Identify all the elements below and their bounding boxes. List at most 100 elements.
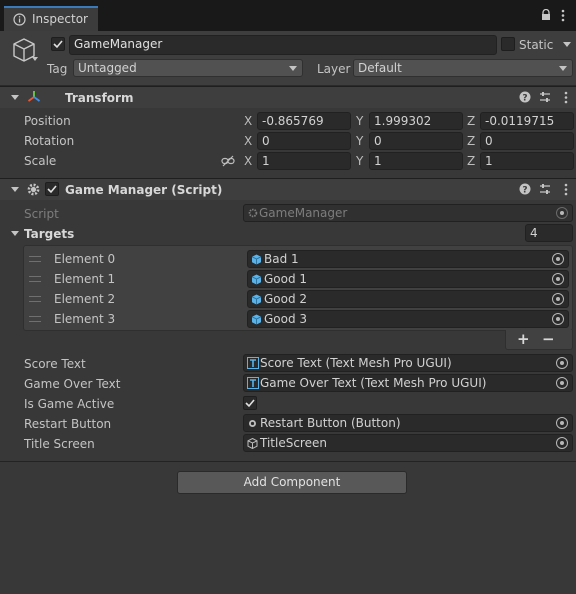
icon-dropdown-arrow[interactable] (32, 57, 38, 61)
add-element-button[interactable]: + (517, 331, 530, 347)
help-icon[interactable]: ? (519, 183, 531, 195)
add-component-button[interactable]: Add Component (177, 471, 407, 494)
scale-x-field[interactable]: 1 (257, 152, 351, 170)
element-label: Element 2 (54, 292, 116, 306)
tag-dropdown[interactable]: Untagged (73, 59, 303, 77)
element-object-field[interactable]: Bad 1 (247, 250, 569, 268)
is-game-active-checkbox[interactable] (243, 396, 257, 410)
list-item: Element 3 Good 3 (24, 309, 572, 329)
object-name-input[interactable]: GameManager (69, 35, 497, 55)
list-item: Element 0 Bad 1 (24, 249, 572, 269)
rotation-x-field[interactable]: 0 (257, 132, 351, 150)
targets-size-field[interactable]: 4 (525, 224, 573, 242)
layer-dropdown[interactable]: Default (353, 59, 573, 77)
position-y-field[interactable]: 1.999302 (369, 112, 463, 130)
axis-x-label[interactable]: X (244, 113, 252, 129)
chevron-down-icon (559, 66, 567, 71)
rotation-z-field[interactable]: 0 (480, 132, 574, 150)
drag-handle-icon[interactable] (29, 296, 41, 302)
axis-z-label[interactable]: Z (467, 133, 475, 149)
svg-text:?: ? (522, 185, 527, 195)
object-picker-icon[interactable] (552, 253, 564, 265)
foldout-arrow-icon[interactable] (11, 231, 19, 236)
lock-icon[interactable] (541, 9, 551, 21)
game-over-text-field[interactable]: Game Over Text (Text Mesh Pro UGUI) (243, 374, 573, 392)
prefab-cube-icon (251, 314, 262, 325)
restart-button-label: Restart Button (24, 417, 112, 431)
title-screen-field[interactable]: TitleScreen (243, 434, 573, 452)
list-footer: + − (505, 330, 573, 350)
list-item: Element 1 Good 1 (24, 269, 572, 289)
component-enabled-toggle[interactable] (45, 182, 59, 196)
object-picker-icon[interactable] (556, 437, 568, 449)
preset-sliders-icon[interactable] (539, 91, 551, 103)
transform-icon (27, 90, 41, 104)
axis-z-label[interactable]: Z (467, 153, 475, 169)
transform-header[interactable]: Transform ? (0, 86, 576, 108)
tag-label: Tag (47, 62, 68, 76)
scale-row: Scale X 1 Y 1 Z 1 (0, 151, 576, 171)
layer-label: Layer (317, 62, 351, 76)
constrain-proportions-icon[interactable] (221, 155, 235, 167)
prefab-cube-icon (251, 254, 262, 265)
position-z-field[interactable]: -0.0119715 (480, 112, 574, 130)
object-picker-icon[interactable] (552, 313, 564, 325)
script-value: GameManager (259, 206, 348, 220)
axis-x-label[interactable]: X (244, 133, 252, 149)
rotation-y-field[interactable]: 0 (369, 132, 463, 150)
static-dropdown-arrow[interactable] (563, 42, 571, 47)
object-picker-icon[interactable] (556, 377, 568, 389)
game-over-text-label: Game Over Text (24, 377, 121, 391)
element-value: Good 3 (264, 312, 308, 326)
rotation-row: Rotation X 0 Y 0 Z 0 (0, 131, 576, 151)
position-label: Position (24, 114, 71, 128)
axis-y-label[interactable]: Y (356, 153, 363, 169)
element-label: Element 3 (54, 312, 116, 326)
tag-value: Untagged (78, 61, 137, 75)
script-gear-icon (26, 182, 41, 197)
element-object-field[interactable]: Good 1 (247, 270, 569, 288)
transform-title: Transform (65, 91, 134, 105)
element-object-field[interactable]: Good 3 (247, 310, 569, 328)
axis-y-label[interactable]: Y (356, 113, 363, 129)
foldout-arrow-icon[interactable] (11, 95, 19, 100)
script-file-icon (248, 208, 258, 218)
score-text-field[interactable]: Score Text (Text Mesh Pro UGUI) (243, 354, 573, 372)
drag-handle-icon[interactable] (29, 256, 41, 262)
scale-y-field[interactable]: 1 (369, 152, 463, 170)
object-picker-icon[interactable] (552, 293, 564, 305)
object-picker-icon[interactable] (552, 273, 564, 285)
drag-handle-icon[interactable] (29, 276, 41, 282)
axis-y-label[interactable]: Y (356, 133, 363, 149)
restart-button-field[interactable]: Restart Button (Button) (243, 414, 573, 432)
drag-handle-icon[interactable] (29, 316, 41, 322)
component-menu-icon[interactable] (564, 183, 568, 196)
targets-list: Element 0 Bad 1 Element 1 Good 1 Element… (23, 245, 573, 331)
gameobject-cube-icon (247, 438, 258, 449)
scale-z-field[interactable]: 1 (480, 152, 574, 170)
static-toggle[interactable] (501, 37, 515, 51)
element-value: Bad 1 (264, 252, 299, 266)
object-picker-icon[interactable] (556, 357, 568, 369)
static-label: Static (519, 38, 554, 52)
foldout-arrow-icon[interactable] (11, 187, 19, 192)
divider (0, 461, 576, 462)
object-picker-icon[interactable] (556, 417, 568, 429)
more-options-icon[interactable] (561, 9, 565, 22)
element-object-field[interactable]: Good 2 (247, 290, 569, 308)
active-toggle[interactable] (51, 37, 65, 51)
component-menu-icon[interactable] (564, 91, 568, 104)
axis-x-label[interactable]: X (244, 153, 252, 169)
title-screen-label: Title Screen (24, 437, 95, 451)
game-manager-header[interactable]: Game Manager (Script) ? (0, 178, 576, 200)
help-icon[interactable]: ? (519, 91, 531, 103)
preset-sliders-icon[interactable] (539, 183, 551, 195)
tab-bar: Inspector (0, 0, 576, 31)
position-x-field[interactable]: -0.865769 (257, 112, 351, 130)
object-picker-icon (556, 207, 568, 219)
remove-element-button[interactable]: − (542, 331, 555, 347)
targets-label[interactable]: Targets (24, 226, 74, 242)
axis-z-label[interactable]: Z (467, 113, 475, 129)
tab-inspector[interactable]: Inspector (4, 6, 98, 31)
svg-text:?: ? (522, 93, 527, 103)
